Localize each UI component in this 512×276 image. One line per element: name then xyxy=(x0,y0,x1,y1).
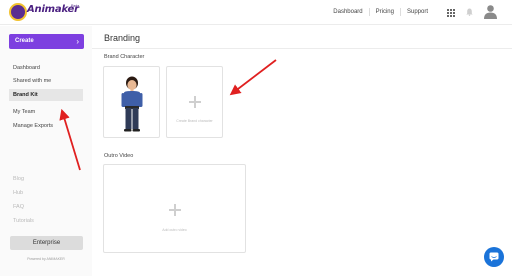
sidebar: Create › Dashboard Shared with me Brand … xyxy=(0,26,92,276)
top-nav: Dashboard Pricing Support xyxy=(327,8,434,16)
plus-icon xyxy=(169,204,181,216)
sidebar-link-tutorials[interactable]: Tutorials xyxy=(13,218,34,224)
plus-icon xyxy=(189,96,201,108)
nav-pricing-link[interactable]: Pricing xyxy=(370,9,400,15)
chevron-right-icon: › xyxy=(76,37,79,46)
page-title: Branding xyxy=(104,33,141,43)
character-avatar xyxy=(121,76,143,132)
arrow-to-brand-character xyxy=(229,59,277,96)
sidebar-link-blog[interactable]: Blog xyxy=(13,176,24,182)
title-divider xyxy=(92,48,512,49)
sidebar-item-dashboard[interactable]: Dashboard xyxy=(9,62,83,74)
sidebar-item-shared-with-me[interactable]: Shared with me xyxy=(9,75,83,87)
create-button[interactable]: Create › xyxy=(9,34,84,49)
apps-grid-icon[interactable] xyxy=(447,9,455,17)
enterprise-button[interactable]: Enterprise xyxy=(10,236,83,250)
brand-character-label: Brand Character xyxy=(104,54,145,60)
animaker-logo[interactable]: Animaker Beta xyxy=(9,3,79,21)
top-header: Animaker Beta Dashboard Pricing Support xyxy=(0,0,512,25)
sidebar-item-manage-exports[interactable]: Manage Exports xyxy=(9,120,83,132)
chat-support-button[interactable] xyxy=(484,247,504,267)
logo-beta-tag: Beta xyxy=(71,3,80,8)
outro-video-label: Outro Video xyxy=(104,153,134,159)
user-avatar-icon[interactable] xyxy=(483,4,498,19)
brand-character-card[interactable] xyxy=(103,66,160,138)
create-brand-character-card[interactable]: Create Brand character xyxy=(166,66,223,138)
add-outro-video-card[interactable]: Add outro video xyxy=(103,164,246,253)
sidebar-item-brand-kit[interactable]: Brand Kit xyxy=(9,89,83,101)
add-outro-video-hint: Add outro video xyxy=(162,228,187,232)
nav-dashboard-link[interactable]: Dashboard xyxy=(327,9,368,15)
chat-icon xyxy=(489,252,499,262)
create-button-label: Create xyxy=(15,38,34,44)
powered-by-text: Powered by ANIMAKER xyxy=(27,257,65,261)
logo-mark-icon xyxy=(9,3,27,21)
sidebar-link-faq[interactable]: FAQ xyxy=(13,204,24,210)
sidebar-link-hub[interactable]: Hub xyxy=(13,190,23,196)
bell-icon[interactable] xyxy=(466,8,473,16)
sidebar-item-my-team[interactable]: My Team xyxy=(9,106,83,118)
create-brand-character-hint: Create Brand character xyxy=(176,119,213,123)
nav-support-link[interactable]: Support xyxy=(401,9,434,15)
